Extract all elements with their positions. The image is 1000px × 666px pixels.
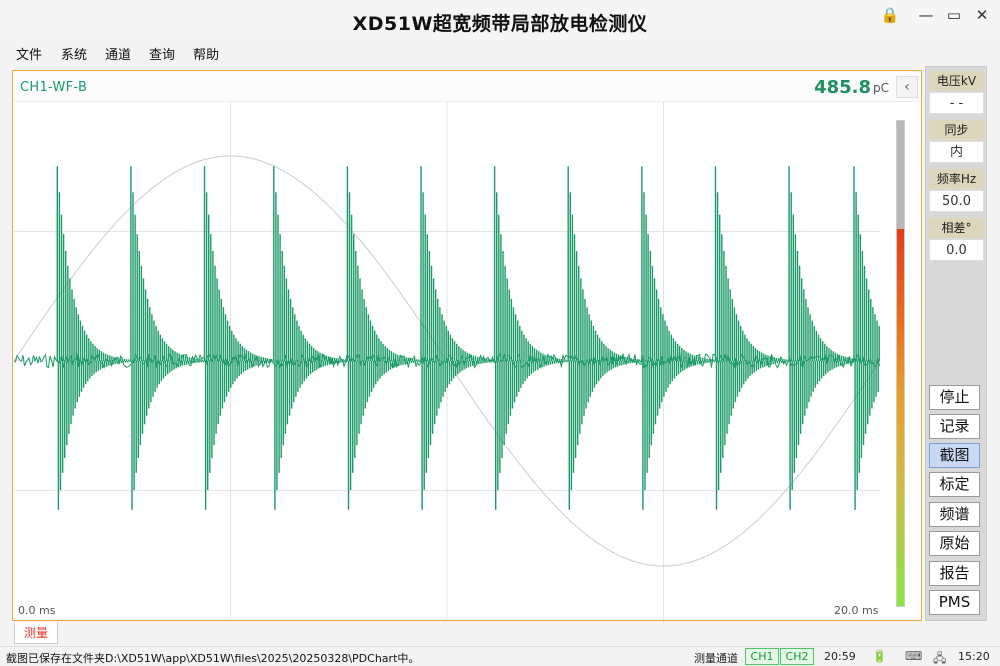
sync-label: 同步 bbox=[929, 120, 984, 140]
colorbar-gradient bbox=[897, 229, 904, 606]
pd-pulse-5 bbox=[420, 166, 505, 510]
measure-channel-label: 测量通道 bbox=[694, 652, 738, 665]
spectrum-button[interactable]: 频谱 bbox=[929, 502, 980, 527]
screenshot-button[interactable]: 截图 bbox=[929, 443, 980, 468]
side-panel: 电压kV - - 同步 内 频率Hz 50.0 相差° 0.0 停止 记录 截图… bbox=[925, 66, 987, 621]
ch2-badge[interactable]: CH2 bbox=[780, 648, 814, 665]
menu-system[interactable]: 系统 bbox=[61, 44, 87, 63]
phase-value[interactable]: 0.0 bbox=[929, 239, 984, 261]
menu-query[interactable]: 查询 bbox=[149, 44, 175, 63]
x-start-label: 0.0 ms bbox=[18, 604, 56, 617]
pd-pulse-6 bbox=[493, 166, 579, 510]
x-end-label: 20.0 ms bbox=[834, 604, 879, 617]
report-button[interactable]: 报告 bbox=[929, 561, 980, 586]
peak-unit: pC bbox=[873, 81, 889, 95]
ch1-badge[interactable]: CH1 bbox=[745, 648, 779, 665]
sync-value[interactable]: 内 bbox=[929, 141, 984, 163]
channel-name: CH1-WF-B bbox=[20, 80, 88, 95]
pd-pulse-1 bbox=[130, 166, 215, 510]
menu-channel[interactable]: 通道 bbox=[105, 44, 131, 63]
menu-help[interactable]: 帮助 bbox=[193, 44, 219, 63]
status-bar: 截图已保存在文件夹D:\XD51W\app\XD51W\files\2025\2… bbox=[0, 646, 1000, 666]
raw-button[interactable]: 原始 bbox=[929, 531, 980, 556]
pd-pulse-7 bbox=[567, 166, 652, 510]
minimize-button[interactable]: — bbox=[912, 6, 940, 24]
pd-pulse-4 bbox=[346, 166, 432, 510]
menu-file[interactable]: 文件 bbox=[16, 44, 42, 63]
pd-pulse-11 bbox=[853, 166, 880, 510]
voltage-label: 电压kV bbox=[929, 71, 984, 91]
clock-primary: 20:59 bbox=[824, 650, 856, 663]
menu-bar: 文件 系统 通道 查询 帮助 bbox=[0, 42, 1000, 64]
battery-icon: 🔋 bbox=[872, 649, 887, 663]
record-button[interactable]: 记录 bbox=[929, 414, 980, 439]
pd-pulse-0 bbox=[56, 166, 141, 510]
voltage-value: - - bbox=[929, 92, 984, 114]
pms-button[interactable]: PMS bbox=[929, 590, 980, 615]
title-bar: XD51W超宽频带局部放电检测仪 🔒 — ▭ ✕ bbox=[0, 0, 1000, 40]
keyboard-icon: ⌨ bbox=[905, 649, 923, 663]
pd-pulse-8 bbox=[641, 166, 726, 510]
pd-pulse-3 bbox=[273, 166, 358, 510]
plot-area bbox=[14, 102, 881, 620]
frequency-label: 频率Hz bbox=[929, 169, 984, 189]
pd-pulse-9 bbox=[714, 166, 800, 510]
frequency-value[interactable]: 50.0 bbox=[929, 190, 984, 212]
chart-header: CH1-WF-B 485.8 pC ‹ bbox=[13, 71, 921, 102]
network-icon: 🖧 bbox=[933, 651, 947, 665]
stop-button[interactable]: 停止 bbox=[929, 385, 980, 410]
restore-button[interactable]: ▭ bbox=[940, 6, 968, 24]
phase-label: 相差° bbox=[929, 218, 984, 238]
waveform-chart: CH1-WF-B 485.8 pC ‹ 0.0 ms 20.0 ms bbox=[12, 70, 922, 621]
clock-system: 15:20 bbox=[958, 650, 990, 663]
tab-measure[interactable]: 测量 bbox=[14, 622, 58, 644]
calibrate-button[interactable]: 标定 bbox=[929, 472, 980, 497]
colorbar-inactive-section bbox=[897, 121, 904, 229]
peak-value: 485.8 bbox=[814, 77, 871, 98]
app-title: XD51W超宽频带局部放电检测仪 bbox=[352, 13, 648, 35]
close-button[interactable]: ✕ bbox=[968, 6, 996, 24]
lock-icon[interactable]: 🔒 bbox=[876, 6, 904, 24]
amplitude-colorbar bbox=[896, 120, 905, 607]
collapse-panel-button[interactable]: ‹ bbox=[896, 76, 918, 98]
status-message: 截图已保存在文件夹D:\XD51W\app\XD51W\files\2025\2… bbox=[6, 652, 420, 665]
